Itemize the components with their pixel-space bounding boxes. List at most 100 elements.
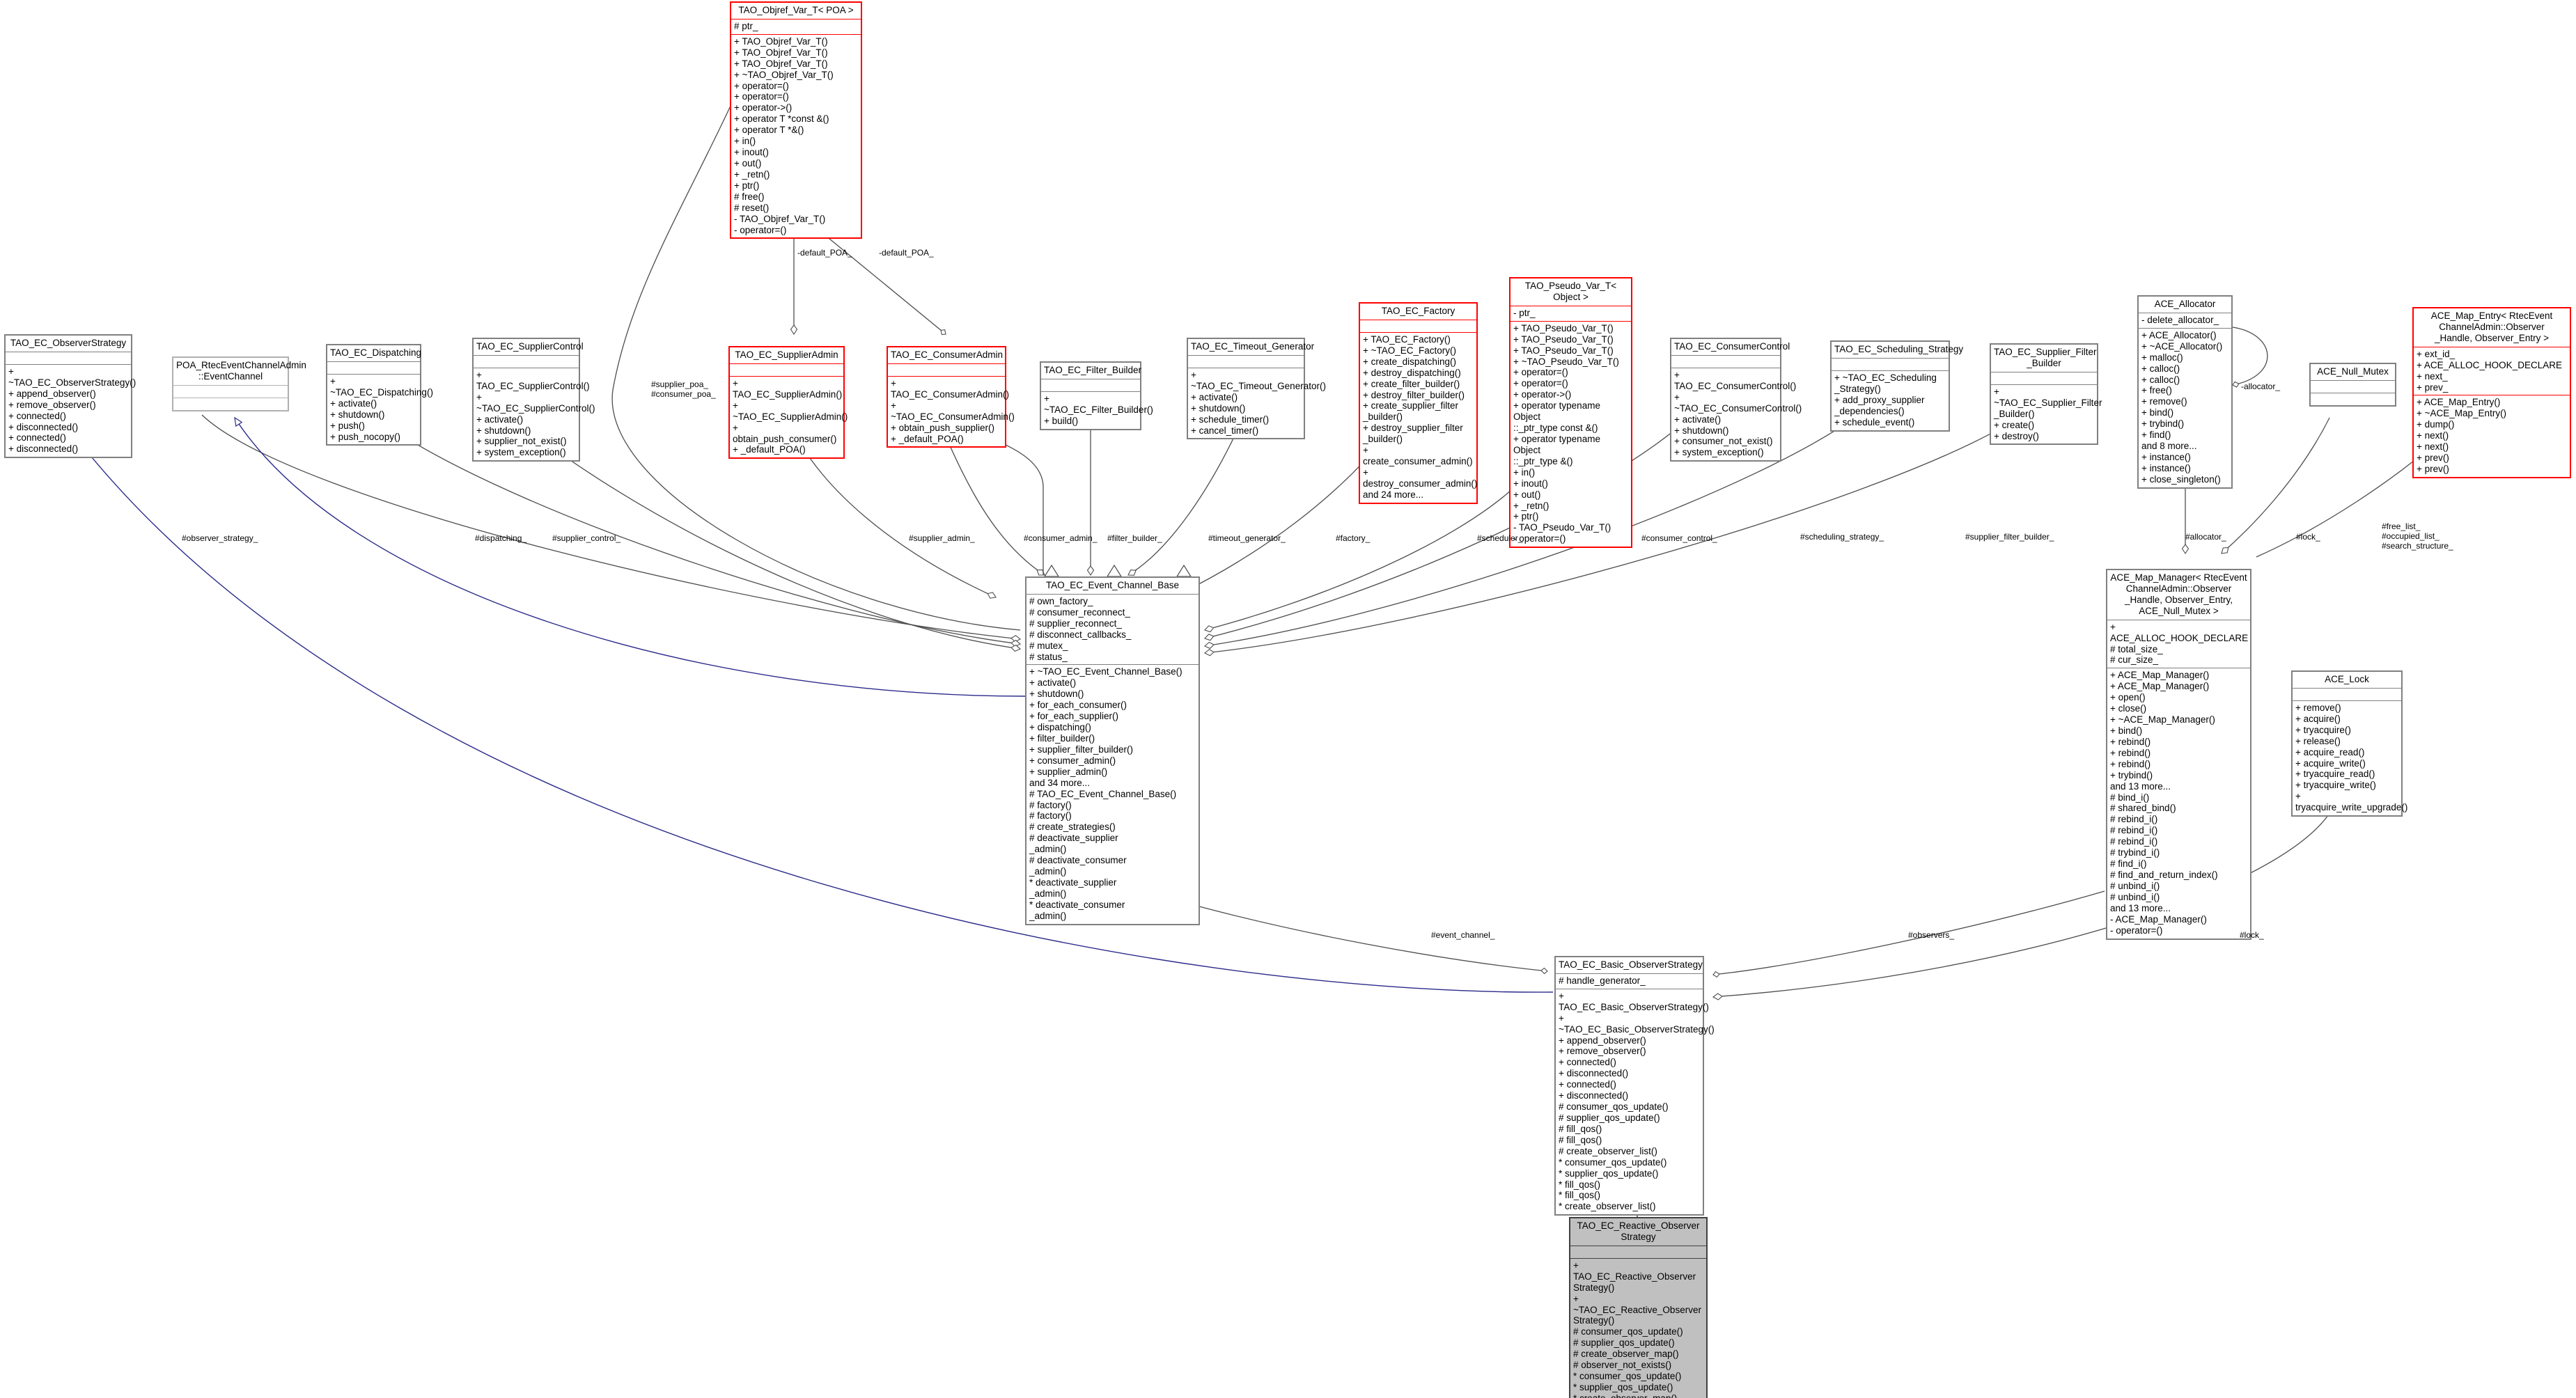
class-operation: and 34 more... — [1029, 777, 1091, 788]
class-operation: + ACE_Allocator() — [2141, 329, 2217, 340]
class-attribute: # consumer_reconnect_ — [1029, 606, 1130, 618]
class-operation: + bind() — [2110, 725, 2143, 736]
class-box-ace_null_mutex[interactable]: ACE_Null_Mutex — [2309, 363, 2396, 407]
class-operation: + ~TAO_EC_Filter_Builder() — [1044, 393, 1153, 415]
class-operation: + cancel_timer() — [1191, 425, 1259, 436]
class-attribute: # mutex_ — [1029, 640, 1068, 651]
class-box-ec_event_channel_base[interactable]: TAO_EC_Event_Channel_Base # own_factory_ #… — [1025, 576, 1200, 925]
class-operation: + prev() — [2417, 463, 2449, 474]
class-operation: + activate() — [330, 398, 377, 409]
edge-label-event_channel: #event_channel_ — [1431, 930, 1495, 940]
class-title: ACE_Null_Mutex — [2311, 364, 2395, 381]
class-operation: - operator=() — [1513, 533, 1566, 544]
class-attributes — [1671, 356, 1780, 368]
class-operation: + filter_builder() — [1029, 732, 1095, 744]
class-attribute: # disconnect_callbacks_ — [1029, 629, 1132, 640]
class-operation: + disconnected() — [8, 421, 79, 432]
class-box-ec_consumeradmin[interactable]: TAO_EC_ConsumerAdmin + TAO_EC_ConsumerAdm… — [887, 346, 1015, 448]
class-box-ec_dispatching[interactable]: TAO_EC_Dispatching + ~TAO_EC_Dispatching(… — [326, 344, 433, 446]
class-operations: + ACE_Map_Manager() + ACE_Map_Manager() + … — [2107, 668, 2250, 938]
class-title: TAO_EC_Basic_ObserverStrategy — [1556, 957, 1703, 974]
class-box-ace_map_entry[interactable]: ACE_Map_Entry< RtecEvent ChannelAdmin::O… — [2412, 307, 2571, 478]
class-operation: + push() — [330, 420, 365, 431]
class-title: TAO_Pseudo_Var_T< Object > — [1511, 278, 1631, 306]
class-operation: * supplier_qos_update() — [1573, 1381, 1673, 1392]
class-operation: + trybind() — [2110, 769, 2153, 780]
class-operation: * fill_qos() — [1559, 1179, 1601, 1190]
class-box-ec_consumercontrol[interactable]: TAO_EC_ConsumerControl + TAO_EC_ConsumerC… — [1670, 338, 1802, 462]
class-attributes — [1041, 379, 1140, 392]
class-operation: + ~TAO_EC_SupplierAdmin() — [733, 400, 848, 422]
class-operation: - TAO_Pseudo_Var_T() — [1513, 522, 1611, 533]
class-box-ec_scheduling_strategy[interactable]: TAO_EC_Scheduling_Strategy + ~TAO_EC_Sche… — [1830, 340, 1963, 432]
class-box-objref_var_t[interactable]: TAO_Objref_Var_T< POA > # ptr_ + TAO_Objre… — [730, 1, 862, 239]
class-operation: + destroy_dispatching() — [1363, 367, 1461, 378]
class-box-ace_map_manager[interactable]: ACE_Map_Manager< RtecEvent ChannelAdmin:… — [2106, 569, 2251, 940]
class-attributes — [2311, 381, 2395, 393]
class-operation: + in() — [734, 136, 756, 147]
class-operation: + create() — [1994, 419, 2035, 430]
class-box-ec_reactive_observerstrategy[interactable]: TAO_EC_Reactive_Observer Strategy + TAO_E… — [1569, 1217, 1708, 1398]
class-operation: + system_exception() — [476, 447, 566, 458]
class-operation: + destroy_supplier_filter _builder() — [1363, 423, 1463, 445]
class-operation: + activate() — [1674, 414, 1722, 425]
class-attribute: - delete_allocator_ — [2141, 314, 2219, 325]
class-operation: # consumer_qos_update() — [1573, 1326, 1683, 1337]
edge-label-consumer_admin: #consumer_admin_ — [1024, 533, 1098, 543]
class-operation: + acquire_read() — [2295, 746, 2365, 757]
class-operation: + inout() — [734, 147, 769, 158]
class-operation: + consumer_admin() — [1029, 755, 1116, 766]
class-box-ec_timeout_generator[interactable]: TAO_EC_Timeout_Generator + ~TAO_EC_Timeou… — [1187, 338, 1326, 440]
class-box-ec_supplier_filter_builder[interactable]: TAO_EC_Supplier_Filter _Builder + ~TAO_EC… — [1990, 343, 2102, 446]
class-operation: + ACE_Map_Manager() — [2110, 681, 2210, 692]
class-operation: and 24 more... — [1363, 489, 1424, 500]
class-title: TAO_EC_Scheduling_Strategy — [1832, 342, 1963, 359]
class-operation: + TAO_Pseudo_Var_T() — [1513, 345, 1614, 356]
class-operation: + acquire_write() — [2295, 757, 2366, 769]
class-operation: - operator=() — [734, 224, 787, 235]
class-attributes: # own_factory_ # consumer_reconnect_ # sup… — [1027, 595, 1199, 666]
edge-label-lock_bottom: #lock_ — [2240, 930, 2264, 940]
class-operation: + operator=() — [1513, 378, 1568, 389]
class-box-ace_allocator[interactable]: ACE_Allocator - delete_allocator_ + ACE_Al… — [2137, 295, 2233, 489]
class-operation: + consumer_not_exist() — [1674, 436, 1773, 447]
class-box-pseudo_var_t[interactable]: TAO_Pseudo_Var_T< Object > - ptr_ + TAO_Ps… — [1509, 277, 1632, 549]
class-attributes: # handle_generator_ — [1556, 974, 1703, 989]
class-operation: + close() — [2110, 703, 2147, 714]
class-operation: * create_observer_list() — [1559, 1201, 1656, 1212]
class-operations: + ACE_Allocator() + ~ACE_Allocator() + mal… — [2139, 329, 2231, 487]
class-operation: # factory() — [1029, 799, 1072, 810]
class-operation: + prev() — [2417, 453, 2449, 464]
class-operation: # find_i() — [2110, 858, 2147, 870]
class-box-poa_rtec_eventchannel[interactable]: POA_RtecEventChannelAdmin ::EventChannel — [172, 356, 306, 411]
class-operation: # supplier_qos_update() — [1573, 1337, 1675, 1349]
class-operation: # supplier_qos_update() — [1559, 1112, 1660, 1123]
class-operation: + connected() — [8, 432, 66, 443]
class-operation: + TAO_EC_ConsumerControl() — [1674, 369, 1797, 391]
class-operation: + tryacquire_read() — [2295, 769, 2375, 780]
class-box-ec_filter_builder[interactable]: TAO_EC_Filter_Builder + ~TAO_EC_Filter_Bu… — [1040, 361, 1153, 430]
class-operation: + connected() — [8, 410, 66, 421]
class-operation: + shutdown() — [476, 425, 531, 436]
class-operation: + for_each_consumer() — [1029, 700, 1127, 711]
class-operation: + supplier_admin() — [1029, 766, 1108, 777]
class-operation: + create_filter_builder() — [1363, 378, 1460, 389]
edge-label-free_occupied_search: #free_list_ #occupied_list_ #search_stru… — [2382, 521, 2453, 551]
class-operation: + malloc() — [2141, 352, 2183, 363]
class-attributes — [1188, 356, 1304, 368]
edge-label-default_poa_2: -default_POA_ — [879, 248, 934, 258]
class-box-ace_lock[interactable]: ACE_Lock + remove() + acquire() + tryacquir… — [2291, 670, 2407, 817]
class-operations: + TAO_EC_Factory() + ~TAO_EC_Factory() + c… — [1360, 333, 1477, 503]
class-operation: + connected() — [1559, 1079, 1616, 1090]
class-box-ec_observerstrategy[interactable]: TAO_EC_ObserverStrategy + ~TAO_EC_Observe… — [4, 334, 136, 459]
class-operation: * fill_qos() — [1559, 1190, 1601, 1201]
class-operation: + TAO_EC_Reactive_Observer Strategy() — [1573, 1259, 1696, 1293]
class-operation: + activate() — [476, 414, 524, 425]
edge-label-observer_strategy: #observer_strategy_ — [182, 533, 258, 543]
class-box-ec_suppliercontrol[interactable]: TAO_EC_SupplierControl + TAO_EC_SupplierC… — [472, 338, 595, 462]
class-box-ec_supplieradmin[interactable]: TAO_EC_SupplierAdmin + TAO_EC_SupplierAdm… — [728, 346, 848, 460]
class-box-ec_factory[interactable]: TAO_EC_Factory + TAO_EC_Factory() + ~TAO_E… — [1359, 302, 1478, 504]
class-operation: + next() — [2417, 430, 2449, 441]
class-attribute: + next_ — [2417, 370, 2448, 382]
class-box-ec_basic_observerstrategy[interactable]: TAO_EC_Basic_ObserverStrategy # handle_ge… — [1554, 956, 1715, 1216]
